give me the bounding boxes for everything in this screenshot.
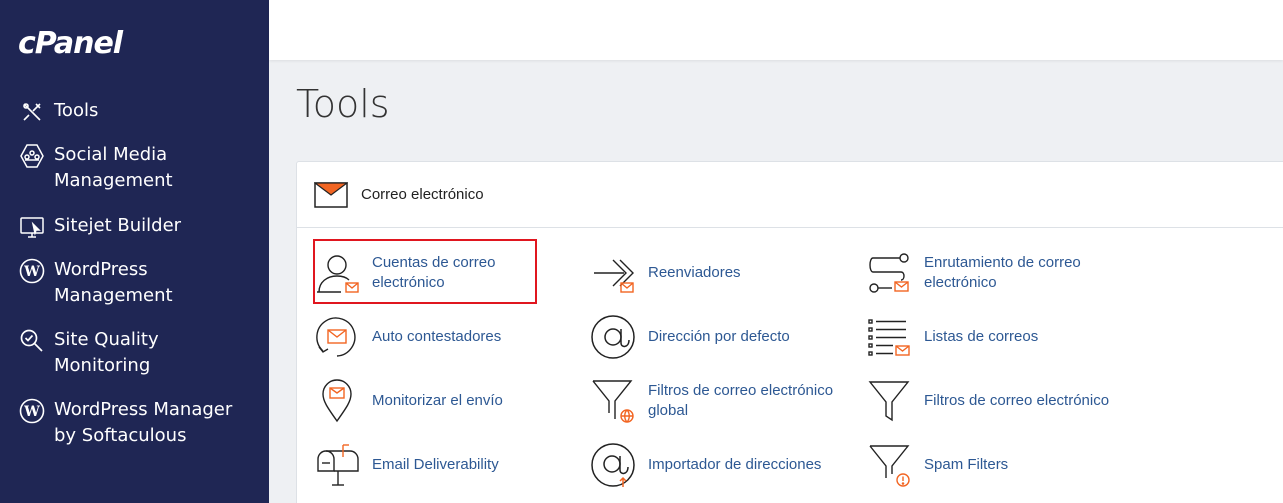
section-header[interactable]: Correo electrónico	[297, 162, 1283, 228]
tool-label: Auto contestadores	[372, 328, 502, 345]
sidebar-item-label: WordPress Management	[54, 259, 173, 306]
tools-icon	[18, 98, 46, 126]
tool-spam-filters[interactable]: Spam Filters	[864, 440, 1134, 490]
tool-label: Spam Filters	[924, 456, 1009, 473]
email-filters-icon	[864, 376, 914, 426]
track-delivery-icon	[312, 376, 362, 426]
sidebar: cPanel Tools Social Media Management Sit…	[0, 0, 269, 503]
sidebar-item-social-media[interactable]: Social Media Management	[18, 142, 244, 194]
page-title: Tools	[296, 82, 390, 126]
wordpress-icon: W	[18, 257, 46, 285]
sitejet-icon	[18, 213, 46, 241]
cpanel-logo[interactable]: cPanel	[18, 26, 123, 61]
tool-forwarders[interactable]: Reenviadores	[588, 248, 858, 298]
envelope-icon	[313, 181, 349, 208]
tool-track-delivery[interactable]: Monitorizar el envío	[312, 376, 582, 426]
sidebar-item-sitejet[interactable]: Sitejet Builder	[18, 213, 244, 241]
autoresponders-icon	[312, 312, 362, 362]
email-accounts-icon	[312, 248, 362, 298]
tool-label: Cuentas de correo electrónico	[372, 254, 496, 291]
top-bar	[269, 0, 1283, 60]
sidebar-item-label: Site Quality Monitoring	[54, 329, 159, 376]
sidebar-item-label: Sitejet Builder	[54, 215, 182, 236]
spam-filters-icon	[864, 440, 914, 490]
social-media-icon	[18, 142, 46, 170]
tool-email-deliverability[interactable]: Email Deliverability	[312, 440, 582, 490]
sidebar-item-wordpress-management[interactable]: W WordPress Management	[18, 257, 244, 309]
tool-label: Enrutamiento de correo electrónico	[924, 254, 1081, 291]
site-quality-icon	[18, 327, 46, 355]
tool-label: Filtros de correo electrónico global	[648, 382, 834, 419]
sidebar-item-label: WordPress Manager by Softaculous	[54, 399, 233, 446]
sidebar-item-tools[interactable]: Tools	[18, 98, 244, 126]
tool-address-importer[interactable]: Importador de direcciones	[588, 440, 858, 490]
tool-label: Reenviadores	[648, 264, 741, 281]
forwarders-icon	[588, 248, 638, 298]
email-routing-icon	[864, 248, 914, 298]
tool-label: Filtros de correo electrónico	[924, 392, 1110, 409]
tool-autoresponders[interactable]: Auto contestadores	[312, 312, 582, 362]
email-deliverability-icon	[312, 440, 362, 490]
tool-mailing-lists[interactable]: Listas de correos	[864, 312, 1134, 362]
tool-email-accounts[interactable]: Cuentas de correo electrónico	[312, 248, 532, 298]
sidebar-item-label: Tools	[54, 100, 99, 121]
tool-label: Dirección por defecto	[648, 328, 790, 345]
sidebar-item-site-quality[interactable]: Site Quality Monitoring	[18, 327, 244, 379]
tool-global-filters[interactable]: Filtros de correo electrónico global	[588, 376, 858, 426]
tool-label: Email Deliverability	[372, 456, 499, 473]
address-importer-icon	[588, 440, 638, 490]
tool-email-filters[interactable]: Filtros de correo electrónico	[864, 376, 1134, 426]
tool-default-address[interactable]: Dirección por defecto	[588, 312, 858, 362]
tool-label: Listas de correos	[924, 328, 1039, 345]
default-address-icon	[588, 312, 638, 362]
section-title: Correo electrónico	[361, 186, 484, 203]
global-filters-icon	[588, 376, 638, 426]
mailing-lists-icon	[864, 312, 914, 362]
sidebar-item-wordpress-softaculous[interactable]: W WordPress Manager by Softaculous	[18, 397, 254, 449]
tool-label: Importador de direcciones	[648, 456, 822, 473]
tool-email-routing[interactable]: Enrutamiento de correo electrónico	[864, 248, 1134, 298]
wordpress-icon: W	[18, 397, 46, 425]
svg-text:W: W	[23, 404, 40, 420]
svg-text:W: W	[23, 264, 40, 280]
tool-label: Monitorizar el envío	[372, 392, 503, 409]
sidebar-item-label: Social Media Management	[54, 144, 173, 191]
